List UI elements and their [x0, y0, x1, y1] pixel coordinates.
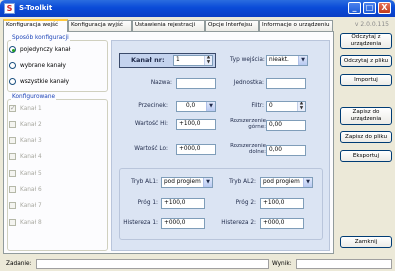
close-button[interactable]: Zamknij — [340, 236, 392, 248]
write-to-device-button[interactable]: Zapisz do urządzenia — [340, 107, 392, 125]
lower-extension-input[interactable]: 0,00 — [266, 145, 306, 156]
read-from-device-button[interactable]: Odczytaj z urządzenia — [340, 33, 392, 49]
al2-mode-select[interactable]: pod progiem ▼ — [260, 177, 313, 188]
input-type-select[interactable]: nieakt. ▼ — [266, 55, 308, 66]
name-input[interactable] — [176, 78, 216, 89]
input-type-label: Typ wejścia: — [230, 57, 265, 63]
close-window-button[interactable]: X — [378, 2, 391, 14]
tab-bar: Konfiguracja wejść Konfiguracja wyjść Us… — [3, 19, 333, 32]
threshold1-label: Próg 1: — [137, 200, 158, 206]
result-label: Wynik: — [272, 261, 292, 267]
tab-opcje-interfejsu[interactable]: Opcje Interfejsu — [205, 20, 259, 31]
lower-extension-label: Rozszerzenie dolne: — [230, 143, 266, 155]
tab-panel: Sposób konfiguracji pojedynczy kanał wyb… — [3, 31, 334, 254]
radio-button-icon[interactable] — [9, 78, 16, 85]
channel-checkbox-4[interactable]: Kanał 4 — [9, 152, 42, 162]
al2-mode-label: Tryb AL2: — [229, 179, 256, 185]
spin-arrows-icon[interactable]: ▲ ▼ — [297, 102, 305, 111]
upper-extension-input[interactable]: 0,00 — [266, 120, 306, 131]
channel-checkbox-3[interactable]: Kanał 3 — [9, 136, 42, 146]
minimize-button[interactable]: _ — [348, 2, 361, 14]
hi-value-label: Wartość Hi: — [134, 121, 168, 127]
radio-button-icon[interactable] — [9, 62, 16, 69]
checkbox-icon[interactable] — [9, 103, 16, 113]
checkbox-icon[interactable] — [9, 137, 16, 144]
import-button[interactable]: Importuj — [340, 74, 392, 86]
task-label: Zadanie: — [6, 261, 32, 267]
unit-input[interactable] — [266, 78, 306, 89]
threshold1-input[interactable]: +100,0 — [161, 198, 205, 209]
decimal-point-label: Przecinek: — [138, 103, 168, 109]
version-label: v 2.0.0.115 — [354, 21, 389, 28]
lo-value-input[interactable]: +000,0 — [176, 144, 216, 155]
threshold2-label: Próg 2: — [235, 200, 256, 206]
unit-label: Jednostka: — [233, 80, 264, 86]
filter-input[interactable]: 0 ▲ ▼ — [266, 101, 306, 112]
radio-all-channels[interactable]: wszystkie kanały — [9, 77, 69, 87]
channel-number-label: Kanał nr: — [131, 56, 165, 64]
tab-informacje-o-urzadzeniu[interactable]: Informacje o urządzeniu — [259, 20, 333, 31]
chevron-down-icon[interactable]: ▼ — [206, 102, 215, 111]
chevron-down-icon[interactable]: ▼ — [298, 56, 307, 65]
checkbox-icon[interactable] — [9, 186, 16, 193]
tab-ustawienia-rejestracji[interactable]: Ustawienia rejestracji — [132, 20, 205, 31]
channel-checkbox-2[interactable]: Kanał 2 — [9, 120, 42, 130]
task-field — [36, 259, 269, 269]
upper-extension-label: Rozszerzenie górne: — [230, 118, 266, 130]
radio-selected-channels[interactable]: wybrane kanały — [9, 61, 66, 71]
checkbox-icon[interactable] — [9, 121, 16, 128]
result-field — [296, 259, 392, 269]
channel-checkbox-6[interactable]: Kanał 6 — [9, 185, 42, 195]
name-label: Nazwa: — [150, 80, 172, 86]
config-mode-title: Sposób konfiguracji — [11, 35, 70, 41]
window-title: S-Toolkit — [19, 4, 53, 12]
al1-mode-select[interactable]: pod progiem ▼ — [161, 177, 213, 188]
spin-arrows-icon[interactable]: ▲ ▼ — [204, 56, 212, 65]
hysteresis1-input[interactable]: +000,0 — [161, 218, 205, 229]
hi-value-input[interactable]: +100,0 — [176, 119, 216, 130]
channel-checkbox-7[interactable]: Kanał 7 — [9, 201, 42, 211]
chevron-down-icon[interactable]: ▼ — [303, 178, 312, 187]
write-to-file-button[interactable]: Zapisz do pliku — [340, 131, 392, 143]
hysteresis1-label: Histereza 1: — [123, 220, 158, 226]
al1-mode-label: Tryb AL1: — [131, 179, 158, 185]
app-icon: S — [4, 3, 15, 14]
channel-checkbox-1[interactable]: Kanał 1 — [9, 103, 42, 114]
checkbox-icon[interactable] — [9, 153, 16, 160]
tab-konfiguracja-wejsc[interactable]: Konfiguracja wejść — [3, 19, 68, 32]
read-from-file-button[interactable]: Odczytaj z pliku — [340, 55, 392, 67]
status-bar: Zadanie: Wynik: — [0, 257, 395, 271]
channel-checkbox-5[interactable]: Kanał 5 — [9, 169, 42, 179]
channel-checkbox-8[interactable]: Kanał 8 — [9, 218, 42, 228]
chevron-down-icon[interactable]: ▼ — [203, 178, 212, 187]
hysteresis2-label: Histereza 2: — [221, 220, 256, 226]
radio-button-icon[interactable] — [9, 46, 16, 53]
channel-number-input[interactable]: 1 ▲ ▼ — [173, 55, 213, 66]
checkbox-icon[interactable] — [9, 202, 16, 209]
radio-single-channel[interactable]: pojedynczy kanał — [9, 45, 70, 55]
decimal-point-select[interactable]: 0,0 ▼ — [176, 101, 216, 112]
maximize-button[interactable]: □ — [363, 2, 376, 14]
title-bar[interactable]: S S-Toolkit _ □ X — [0, 0, 395, 17]
tab-konfiguracja-wyjsc[interactable]: Konfiguracja wyjść — [68, 20, 132, 31]
channel-config-panel: Kanał nr: 1 ▲ ▼ Typ wejścia: nieakt. ▼ Na… — [111, 40, 330, 251]
configured-title: Konfigurowane — [11, 94, 57, 100]
hysteresis2-input[interactable]: +000,0 — [260, 218, 304, 229]
threshold2-input[interactable]: +100,0 — [260, 198, 304, 209]
export-button[interactable]: Eksportuj — [340, 150, 392, 162]
filter-label: Filtr: — [251, 103, 264, 109]
lo-value-label: Wartość Lo: — [134, 146, 168, 152]
checkbox-icon[interactable] — [9, 219, 16, 226]
checkbox-icon[interactable] — [9, 170, 16, 177]
